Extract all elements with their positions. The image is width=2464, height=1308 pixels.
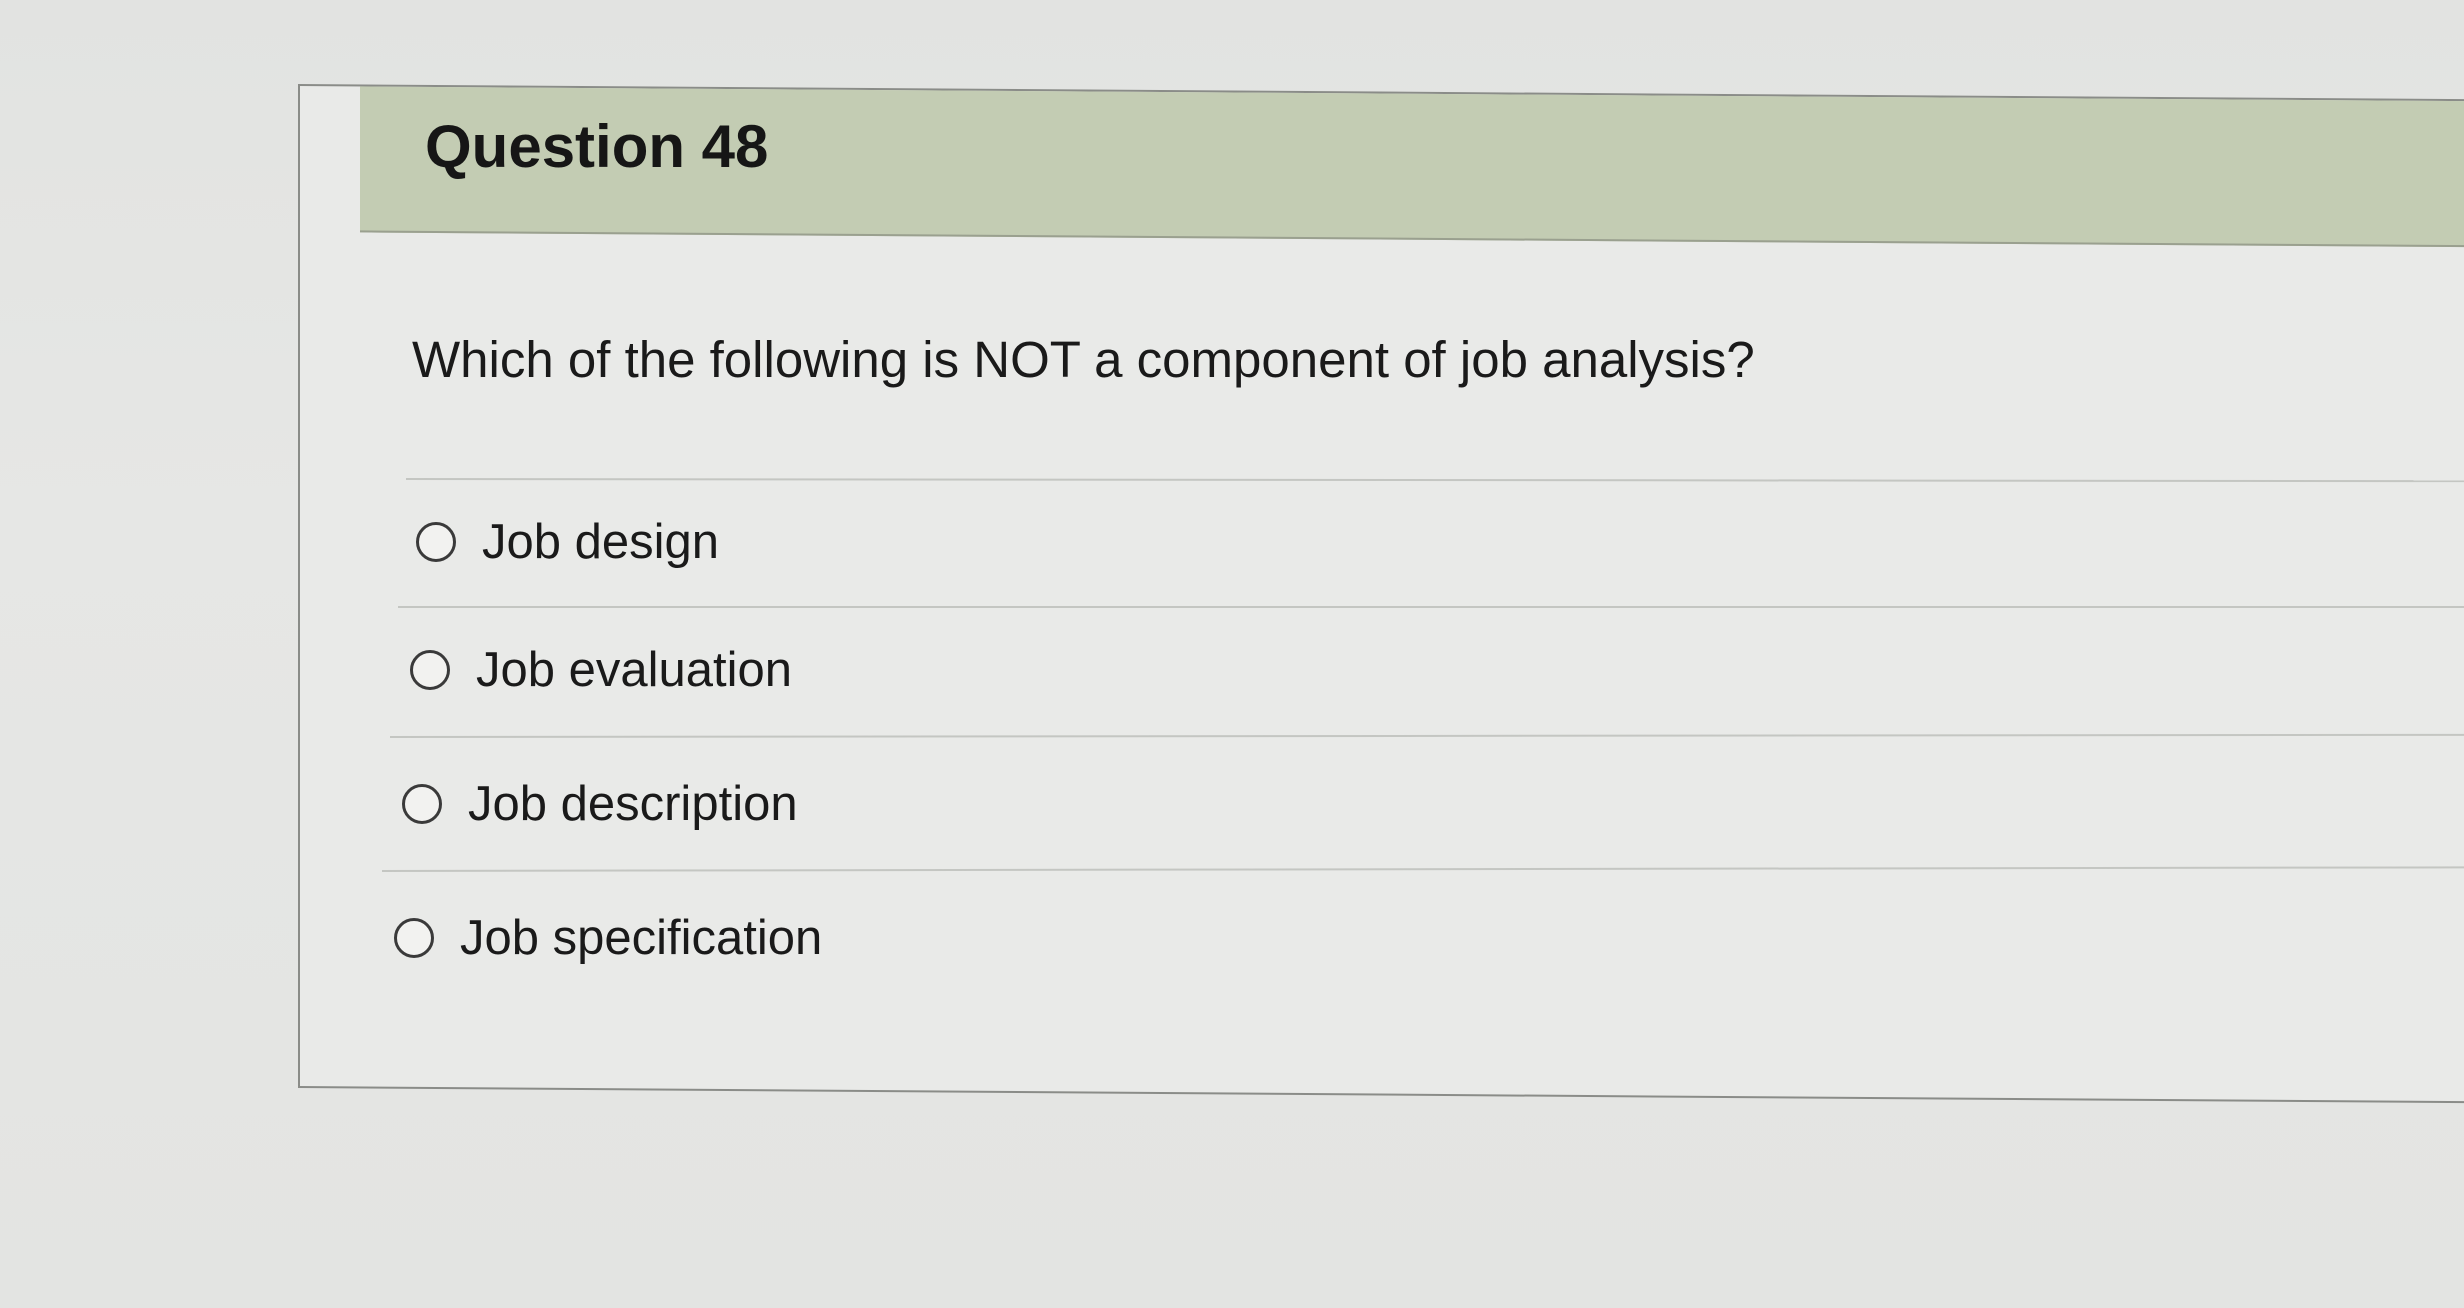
question-title: Question 48 <box>425 113 769 180</box>
option-divider <box>398 606 2464 608</box>
option-label: Job specification <box>460 911 823 965</box>
answer-option-job-description[interactable]: Job description <box>402 776 798 832</box>
question-prompt: Which of the following is NOT a componen… <box>412 331 1755 388</box>
option-label: Job evaluation <box>476 643 793 697</box>
answer-option-job-evaluation[interactable]: Job evaluation <box>410 642 792 698</box>
radio-button-job-evaluation[interactable] <box>410 650 450 690</box>
option-label: Job design <box>482 515 720 569</box>
answer-option-job-design[interactable]: Job design <box>416 514 719 570</box>
radio-button-job-description[interactable] <box>402 784 442 824</box>
option-label: Job description <box>468 777 798 831</box>
answer-option-job-specification[interactable]: Job specification <box>394 910 822 966</box>
radio-button-job-design[interactable] <box>416 522 456 562</box>
radio-button-job-specification[interactable] <box>394 918 434 958</box>
